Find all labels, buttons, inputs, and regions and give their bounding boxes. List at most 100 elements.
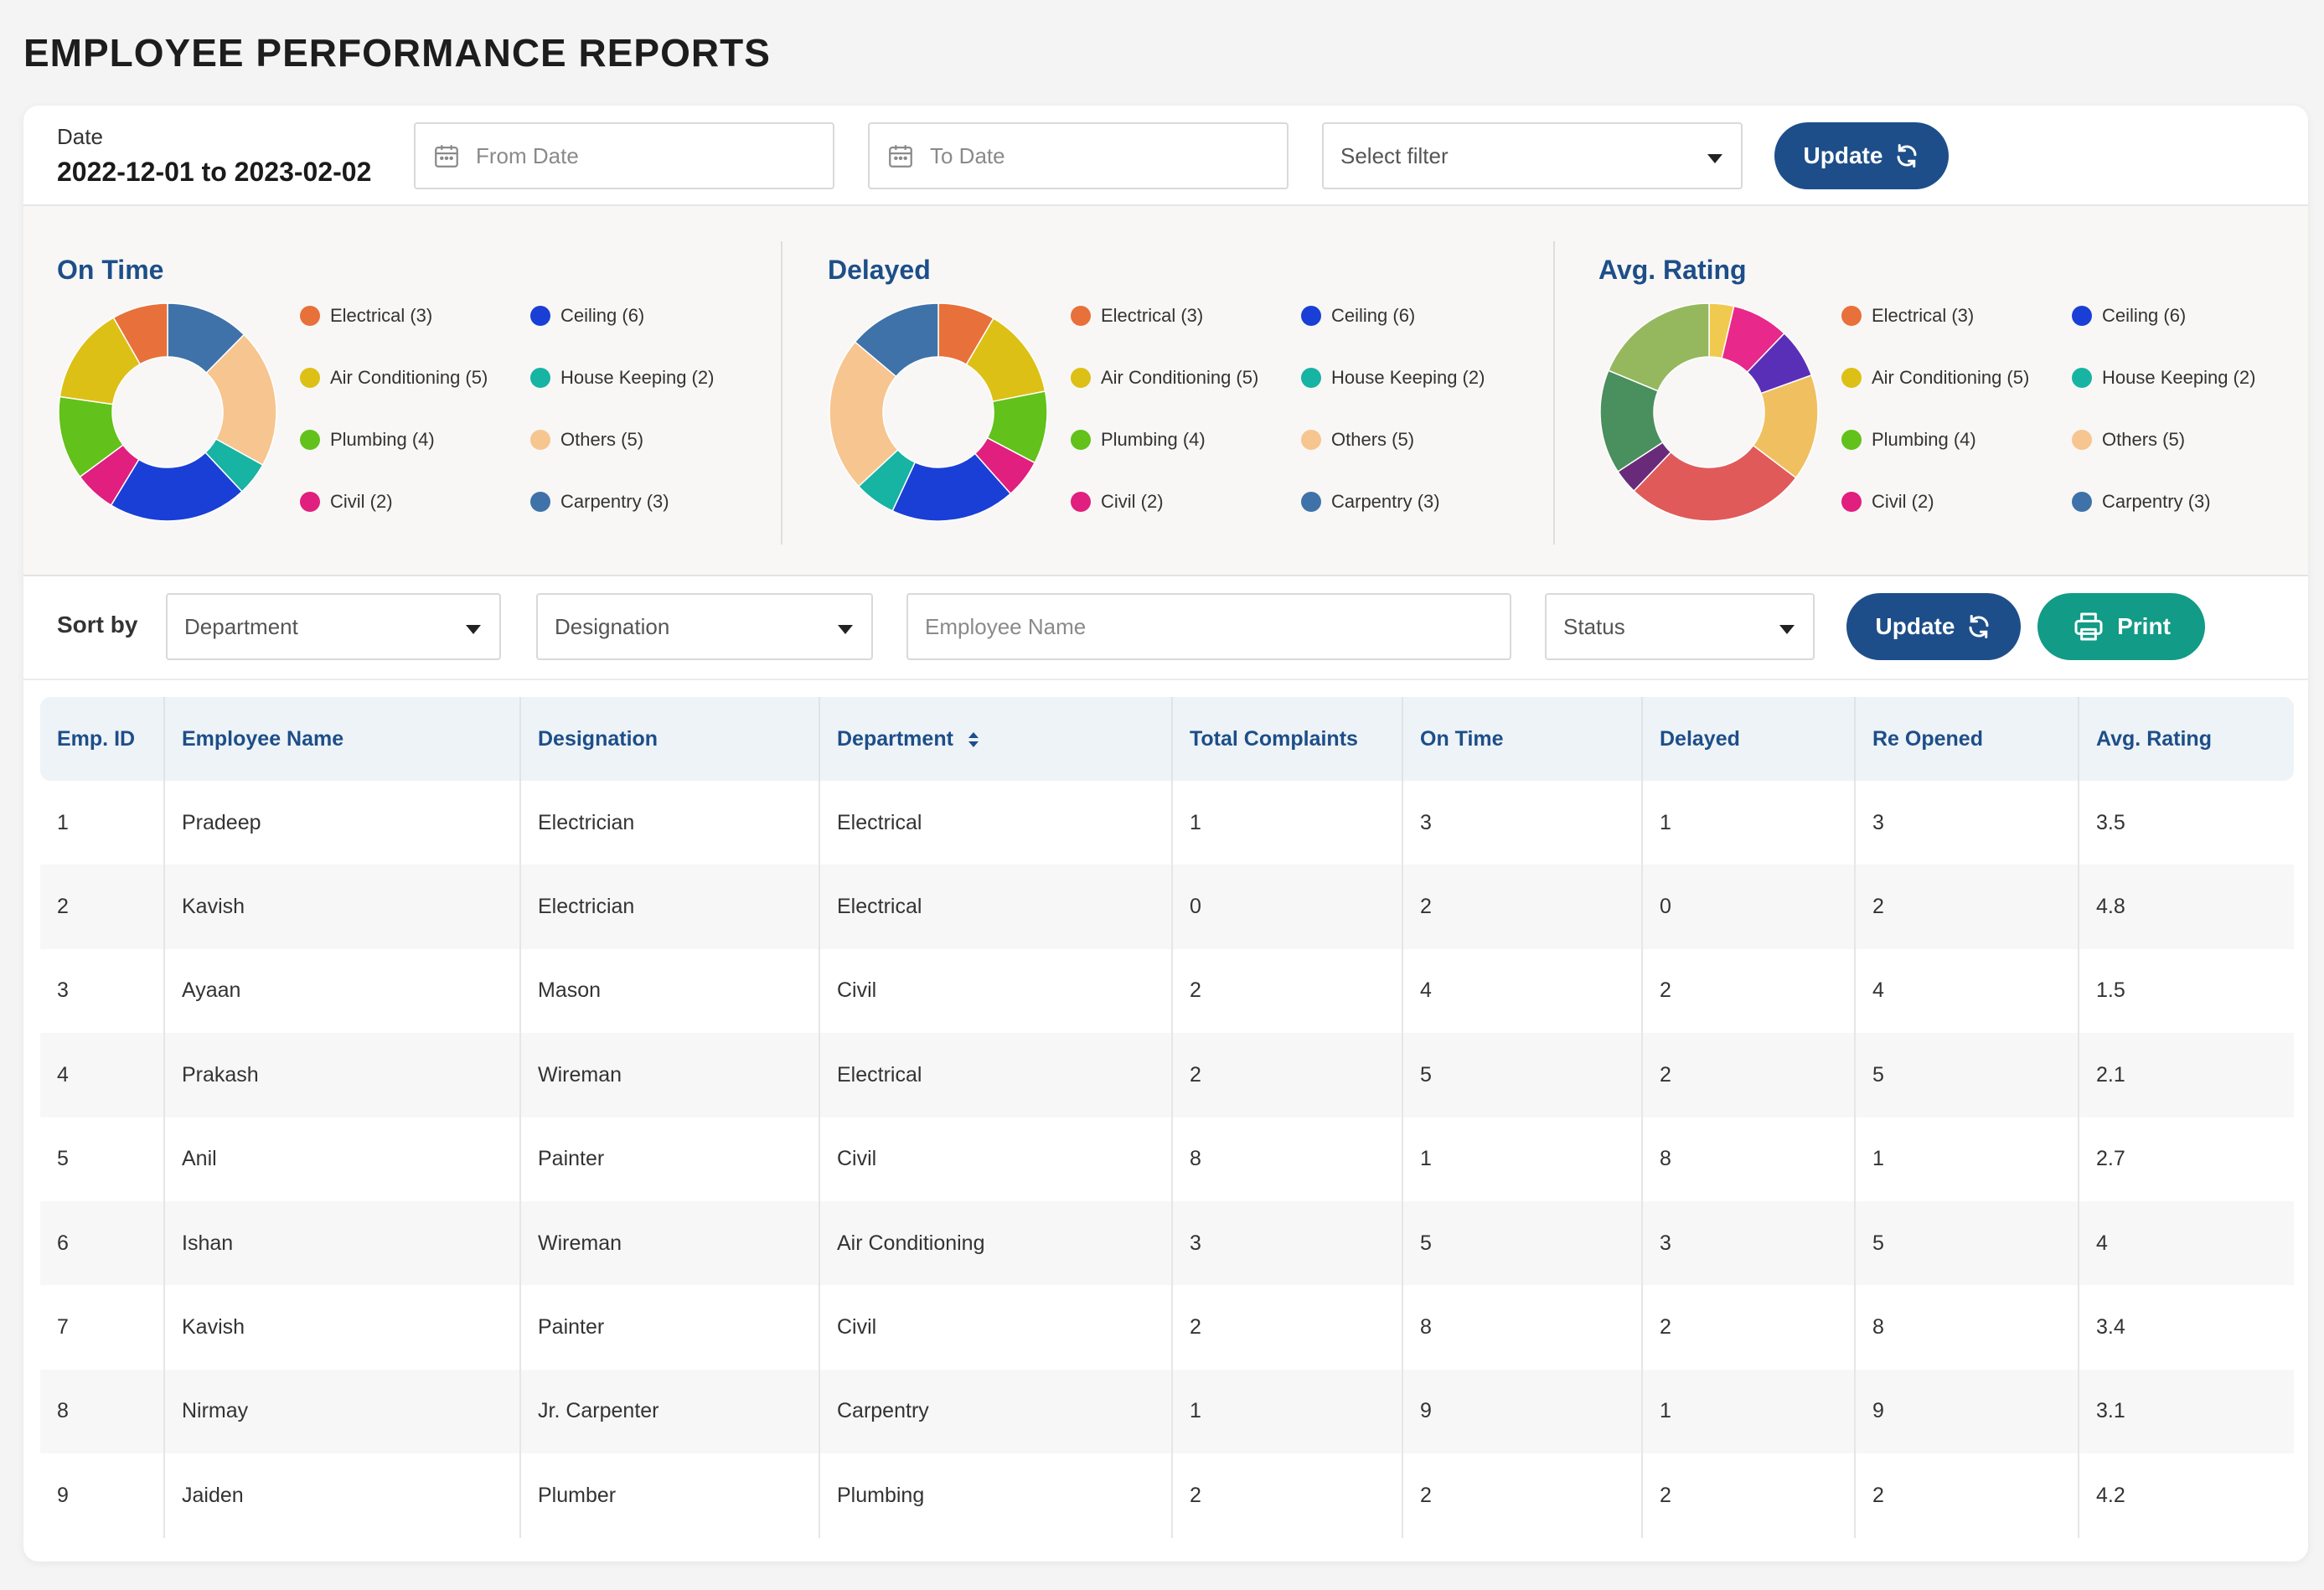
to-date-field[interactable]	[868, 122, 1289, 189]
table-row[interactable]: 5 Anil Painter Civil 8 1 8 1 2.7	[40, 1117, 2294, 1201]
legend-item[interactable]: Ceiling (6)	[2072, 305, 2186, 327]
table-cell: 8	[1641, 1117, 1855, 1201]
status-dropdown[interactable]: Status	[1545, 593, 1815, 660]
legend-item[interactable]: Air Conditioning (5)	[1071, 367, 1258, 389]
legend-item[interactable]: House Keeping (2)	[1301, 367, 1485, 389]
designation-dropdown-value: Designation	[555, 613, 670, 639]
table-row[interactable]: 4 Prakash Wireman Electrical 2 5 2 5 2.1	[40, 1033, 2294, 1118]
column-header-department[interactable]: Department	[819, 697, 1172, 781]
column-header-on-time[interactable]: On Time	[1402, 697, 1642, 781]
designation-dropdown[interactable]: Designation	[536, 593, 873, 660]
legend-item[interactable]: House Keeping (2)	[2072, 367, 2255, 389]
column-header-avg-rating[interactable]: Avg. Rating	[2078, 697, 2294, 781]
column-header-re-opened[interactable]: Re Opened	[1854, 697, 2079, 781]
from-date-input[interactable]	[476, 142, 816, 169]
legend-item[interactable]: Electrical (3)	[1071, 305, 1203, 327]
employee-name-input[interactable]	[925, 613, 1493, 640]
table-row[interactable]: 6 Ishan Wireman Air Conditioning 3 5 3 5 4	[40, 1200, 2294, 1286]
table-cell: Electrical	[819, 865, 1172, 949]
table-cell: 3.1	[2078, 1369, 2294, 1454]
table-cell: 3	[1171, 1200, 1402, 1286]
legend-item[interactable]: House Keeping (2)	[530, 367, 714, 389]
legend-item[interactable]: Civil (2)	[1841, 491, 1934, 513]
print-button[interactable]: Print	[2037, 593, 2205, 660]
legend-item[interactable]: Others (5)	[1301, 429, 1414, 451]
legend-item[interactable]: Ceiling (6)	[530, 305, 644, 327]
legend-item[interactable]: Civil (2)	[1071, 491, 1164, 513]
legend-dot	[1071, 368, 1091, 388]
legend-item[interactable]: Air Conditioning (5)	[1841, 367, 2029, 389]
table-cell: 9	[1402, 1369, 1642, 1454]
legend-item[interactable]: Ceiling (6)	[1301, 305, 1415, 327]
table-row[interactable]: 9 Jaiden Plumber Plumbing 2 2 2 2 4.2	[40, 1453, 2294, 1538]
legend-item[interactable]: Plumbing (4)	[1841, 429, 1976, 451]
employee-name-field[interactable]	[906, 593, 1511, 660]
legend-dot	[1301, 368, 1321, 388]
legend-item[interactable]: Plumbing (4)	[1071, 429, 1206, 451]
legend-item[interactable]: Air Conditioning (5)	[300, 367, 488, 389]
table-cell: 9	[57, 1483, 69, 1507]
legend-label: Others (5)	[560, 429, 644, 450]
table-cell: Nirmay	[163, 1369, 520, 1454]
table-cell: Painter	[519, 1285, 819, 1370]
table-cell: Mason	[519, 948, 819, 1034]
column-header-total-complaints[interactable]: Total Complaints	[1171, 697, 1402, 781]
table-row[interactable]: 1 Pradeep Electrician Electrical 1 3 1 3 3.5	[40, 781, 2294, 865]
legend-item[interactable]: Electrical (3)	[1841, 305, 1974, 327]
legend-dot	[300, 306, 320, 326]
table-cell: 1	[1641, 1369, 1855, 1454]
sort-bar: Sort by Department Designation Status Up…	[23, 576, 2308, 680]
print-button-label: Print	[2117, 613, 2171, 639]
table-row[interactable]: 8 Nirmay Jr. Carpenter Carpentry 1 9 1 9 3.1	[40, 1369, 2294, 1454]
update-button[interactable]: Update	[1774, 122, 1949, 189]
table-cell: 3	[57, 978, 69, 1003]
legend-item[interactable]: Electrical (3)	[300, 305, 432, 327]
table-row[interactable]: 7 Kavish Painter Civil 2 8 2 8 3.4	[40, 1285, 2294, 1370]
legend-dot	[1841, 368, 1862, 388]
legend-item[interactable]: Plumbing (4)	[300, 429, 435, 451]
table-cell: 2.7	[2078, 1117, 2294, 1201]
select-filter-value: Select filter	[1340, 142, 1449, 168]
legend-label: Ceiling (6)	[560, 305, 645, 326]
table-cell: Wireman	[519, 1200, 819, 1286]
table-cell: Civil	[819, 948, 1172, 1034]
from-date-field[interactable]	[414, 122, 834, 189]
sort-update-button[interactable]: Update	[1846, 593, 2021, 660]
legend-item[interactable]: Carpentry (3)	[2072, 491, 2211, 513]
legend-label: Air Conditioning (5)	[330, 367, 488, 388]
caret-down-icon	[1707, 154, 1722, 163]
table-cell: Painter	[519, 1117, 819, 1201]
table-row[interactable]: 2 Kavish Electrician Electrical 0 2 0 2 4.8	[40, 865, 2294, 949]
legend-item[interactable]: Carpentry (3)	[1301, 491, 1440, 513]
legend-dot	[1071, 492, 1091, 512]
table-cell: 0	[1641, 865, 1855, 949]
table-cell: Electrical	[819, 781, 1172, 865]
legend-item[interactable]: Carpentry (3)	[530, 491, 669, 513]
table-cell: 8	[1171, 1117, 1402, 1201]
table-header-row: Emp. ID Employee Name Designation Depart…	[40, 697, 2294, 781]
legend-dot	[530, 492, 550, 512]
table-row[interactable]: 3 Ayaan Mason Civil 2 4 2 4 1.5	[40, 948, 2294, 1034]
table-cell: 2	[1641, 1285, 1855, 1370]
legend-item[interactable]: Civil (2)	[300, 491, 393, 513]
column-header-delayed[interactable]: Delayed	[1641, 697, 1855, 781]
table-cell: 1	[1402, 1117, 1642, 1201]
table-cell: 8	[57, 1399, 69, 1423]
table-cell: 2.1	[2078, 1033, 2294, 1118]
select-filter-dropdown[interactable]: Select filter	[1322, 122, 1743, 189]
department-dropdown[interactable]: Department	[166, 593, 501, 660]
column-header-emp-id[interactable]: Emp. ID	[40, 697, 164, 781]
table-cell: 2	[1854, 865, 2079, 949]
column-header-employee-name[interactable]: Employee Name	[163, 697, 520, 781]
table-cell: 1	[57, 810, 69, 834]
column-header-designation[interactable]: Designation	[519, 697, 819, 781]
to-date-input[interactable]	[930, 142, 1270, 169]
legend-dot	[2072, 368, 2092, 388]
legend-label: Plumbing (4)	[1872, 429, 1976, 450]
legend-label: House Keeping (2)	[2102, 367, 2256, 388]
table-cell: 2	[1171, 1285, 1402, 1370]
legend-item[interactable]: Others (5)	[2072, 429, 2185, 451]
sort-icon[interactable]	[968, 730, 979, 749]
employee-table-container: Emp. ID Employee Name Designation Depart…	[40, 697, 2294, 1538]
legend-item[interactable]: Others (5)	[530, 429, 643, 451]
